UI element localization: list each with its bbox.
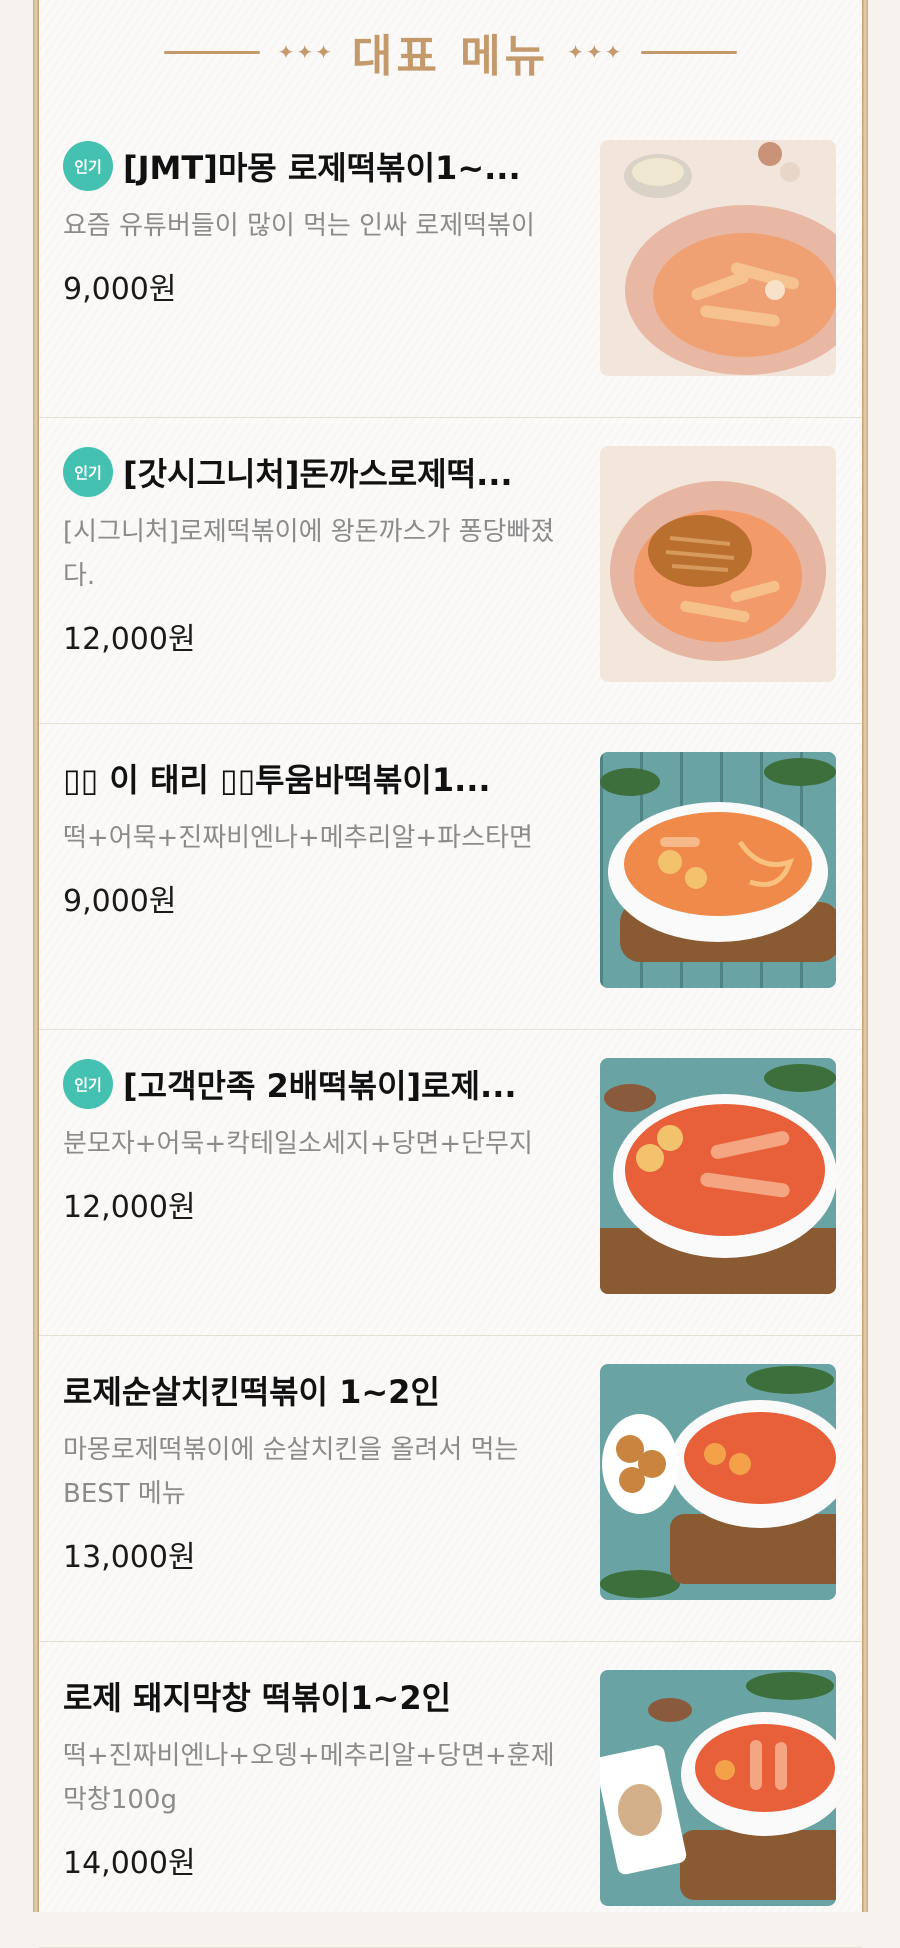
menu-list: 인기 [JMT]마몽 로제떡볶이1~... 요즘 유튜버들이 많이 먹는 인싸 …	[39, 112, 862, 1948]
menu-item-title-row: ▯▯ 이 태리 ▯▯투움바떡볶이1...	[63, 752, 593, 804]
rose-tteokbokki-plate-image[interactable]	[600, 140, 836, 376]
menu-item-description: 분모자+어묵+칵테일소세지+당면+단무지	[63, 1129, 533, 1159]
menu-item-price: 9,000원	[63, 884, 177, 919]
menu-item-title-row: 로제순살치킨떡볶이 1~2인	[63, 1364, 593, 1416]
pork-cutlet-rose-plate-image[interactable]	[600, 446, 836, 682]
menu-item-text: 인기 [고객만족 2배떡볶이]로제... 분모자+어묵+칵테일소세지+당면+단무…	[63, 1058, 593, 1226]
section-title: 대표 메뉴	[351, 31, 550, 82]
menu-item-name: [JMT]마몽 로제떡볶이1~...	[123, 149, 521, 187]
menu-item[interactable]: 인기 [JMT]마몽 로제떡볶이1~... 요즘 유튜버들이 많이 먹는 인싸 …	[39, 112, 862, 418]
menu-item-name: 로제순살치킨떡볶이 1~2인	[63, 1373, 440, 1411]
frame-border-right	[862, 0, 868, 1912]
menu-item-description: [시그니처]로제떡볶이에 왕돈까스가 퐁당빠졌다.	[63, 517, 555, 591]
menu-item-title-row: 인기 [갓시그니처]돈까스로제떡...	[63, 446, 593, 498]
menu-item-name: [갓시그니처]돈까스로제떡...	[123, 455, 513, 493]
menu-item[interactable]: 로제순살치킨떡볶이 1~2인 마몽로제떡볶이에 순살치킨을 올려서 먹는 BES…	[39, 1336, 862, 1642]
menu-item-name: [고객만족 2배떡볶이]로제...	[123, 1067, 517, 1105]
sparkle-icon: ✦✦✦	[277, 40, 334, 64]
menu-item-title-row: 인기 [JMT]마몽 로제떡볶이1~...	[63, 140, 593, 192]
menu-item-price: 13,000원	[63, 1540, 196, 1575]
sparkle-icon: ✦✦✦	[567, 40, 624, 64]
chicken-tteokbokki-bowl-image[interactable]	[600, 1364, 836, 1600]
menu-item-name: ▯▯ 이 태리 ▯▯투움바떡볶이1...	[63, 761, 491, 799]
double-tteokbokki-bowl-image[interactable]	[600, 1058, 836, 1294]
menu-item[interactable]: ▯▯ 이 태리 ▯▯투움바떡볶이1... 떡+어묵+진짜비엔나+메추리알+파스타…	[39, 724, 862, 1030]
menu-item-name: 로제 돼지막창 떡볶이1~2인	[63, 1679, 452, 1717]
menu-item-description: 떡+진짜비엔나+오뎅+메추리알+당면+훈제막창100g	[63, 1741, 555, 1815]
section-header: ✦✦✦ 대표 메뉴 ✦✦✦	[39, 12, 862, 92]
pork-tripe-tteokbokki-bowl-image[interactable]	[600, 1670, 836, 1906]
menu-item-text: 로제 돼지막창 떡볶이1~2인 떡+진짜비엔나+오뎅+메추리알+당면+훈제막창1…	[63, 1670, 593, 1882]
menu-item-text: 인기 [JMT]마몽 로제떡볶이1~... 요즘 유튜버들이 많이 먹는 인싸 …	[63, 140, 593, 308]
menu-item-price: 12,000원	[63, 622, 196, 657]
menu-item-price: 9,000원	[63, 272, 177, 307]
header-line-left	[163, 50, 260, 54]
menu-item[interactable]: 로제 돼지막창 떡볶이1~2인 떡+진짜비엔나+오뎅+메추리알+당면+훈제막창1…	[39, 1642, 862, 1948]
menu-item-text: 인기 [갓시그니처]돈까스로제떡... [시그니처]로제떡볶이에 왕돈까스가 퐁…	[63, 446, 593, 658]
menu-item-title-row: 인기 [고객만족 2배떡볶이]로제...	[63, 1058, 593, 1110]
popular-badge: 인기	[63, 141, 113, 191]
menu-item-title-row: 로제 돼지막창 떡볶이1~2인	[63, 1670, 593, 1722]
toowoomba-bowl-image[interactable]	[600, 752, 836, 988]
menu-item-description: 마몽로제떡볶이에 순살치킨을 올려서 먹는 BEST 메뉴	[63, 1435, 519, 1509]
header-line-right	[641, 50, 738, 54]
menu-item-price: 12,000원	[63, 1190, 196, 1225]
popular-badge: 인기	[63, 1059, 113, 1109]
menu-item-text: ▯▯ 이 태리 ▯▯투움바떡볶이1... 떡+어묵+진짜비엔나+메추리알+파스타…	[63, 752, 593, 920]
menu-item-description: 떡+어묵+진짜비엔나+메추리알+파스타면	[63, 823, 533, 853]
popular-badge: 인기	[63, 447, 113, 497]
menu-item-price: 14,000원	[63, 1846, 196, 1881]
menu-item-description: 요즘 유튜버들이 많이 먹는 인싸 로제떡볶이	[63, 211, 535, 241]
menu-item[interactable]: 인기 [고객만족 2배떡볶이]로제... 분모자+어묵+칵테일소세지+당면+단무…	[39, 1030, 862, 1336]
menu-item[interactable]: 인기 [갓시그니처]돈까스로제떡... [시그니처]로제떡볶이에 왕돈까스가 퐁…	[39, 418, 862, 724]
menu-item-text: 로제순살치킨떡볶이 1~2인 마몽로제떡볶이에 순살치킨을 올려서 먹는 BES…	[63, 1364, 593, 1576]
